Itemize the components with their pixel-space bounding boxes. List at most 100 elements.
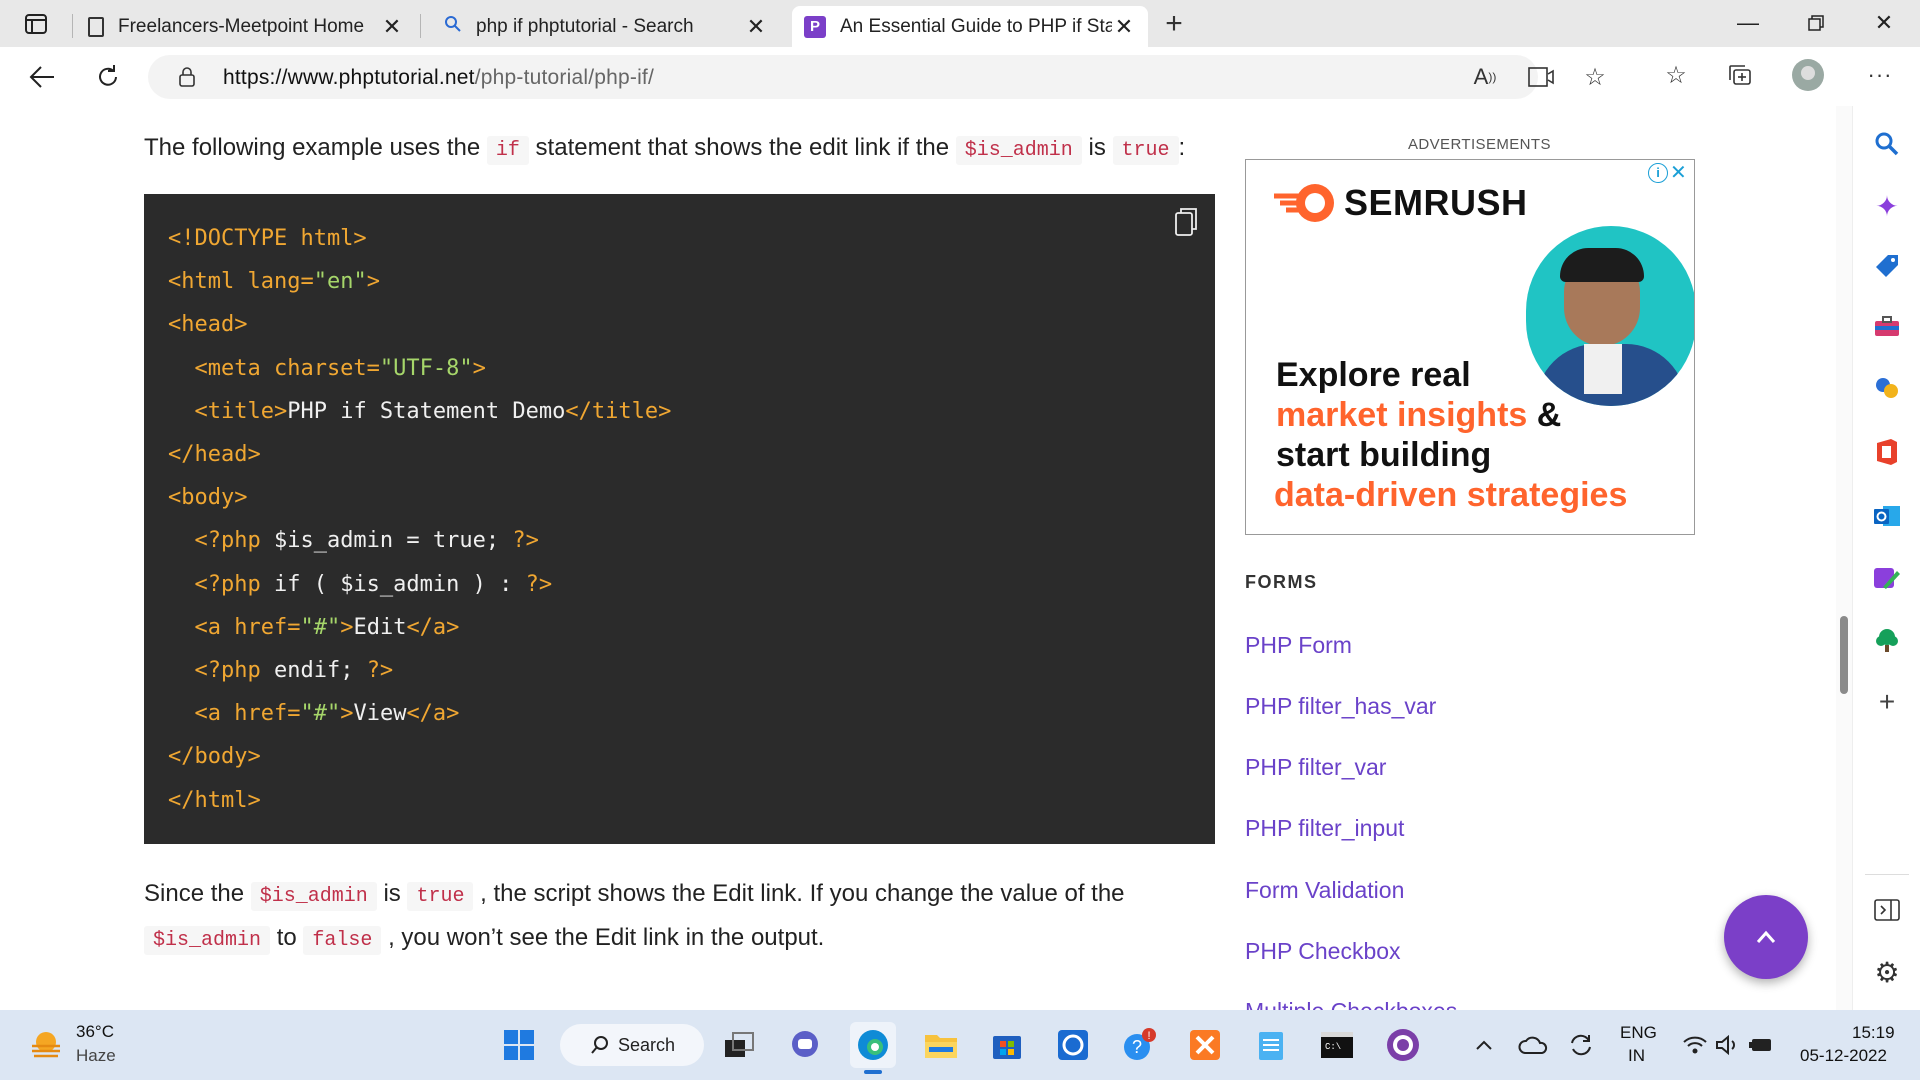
intro-paragraph: The following example uses the if statem… [144,130,1185,169]
sidebar-section-title: FORMS [1245,572,1318,592]
clock-time[interactable]: 15:19 [1852,1023,1895,1043]
search-icon [444,15,462,38]
designer-icon[interactable] [1867,558,1907,598]
ad-brand: SEMRUSH [1344,182,1528,223]
chevron-up-icon[interactable] [1470,1032,1498,1058]
ad-line-4: data-driven strategies [1274,476,1628,514]
ad-line-3: start building [1276,436,1492,474]
tab-actions-icon[interactable] [20,10,52,38]
ad-info-icon[interactable]: i [1648,163,1668,183]
file-explorer-icon[interactable] [918,1022,964,1068]
code-line: <html lang="en"> [168,269,380,295]
tab-title: An Essential Guide to PHP if Statement [840,15,1112,37]
tab-title: php if phptutorial - Search [476,15,694,37]
notepad-icon[interactable] [1248,1022,1294,1068]
task-view-icon[interactable] [716,1022,762,1068]
sidebar-link-filter-input[interactable]: PHP filter_input [1245,815,1404,842]
scrollbar-thumb[interactable] [1840,616,1848,694]
collections-icon[interactable] [1722,57,1758,93]
github-desktop-icon[interactable] [1380,1022,1426,1068]
sidebar-link-php-form[interactable]: PHP Form [1245,632,1352,659]
tools-briefcase-icon[interactable] [1867,306,1907,346]
teams-chat-icon[interactable] [782,1022,828,1068]
office-icon[interactable] [1867,432,1907,472]
settings-gear-icon[interactable]: ⚙ [1867,952,1907,992]
sidebar-link-checkbox[interactable]: PHP Checkbox [1245,938,1401,965]
onedrive-icon[interactable] [1516,1030,1550,1060]
edge-sidebar: ✦ + ⚙ [1852,106,1920,1010]
close-icon[interactable]: ✕ [744,14,768,40]
sync-icon[interactable] [1564,1030,1598,1060]
app-icon[interactable] [1050,1022,1096,1068]
url-text: https://www.phptutorial.net/php-tutorial… [223,66,654,89]
weather-haze-icon[interactable] [26,1026,66,1066]
new-tab-icon[interactable]: + [1156,7,1192,40]
language-top[interactable]: ENG [1620,1023,1657,1043]
wifi-icon[interactable] [1680,1032,1710,1058]
edge-browser-icon[interactable] [850,1022,896,1074]
read-aloud-icon[interactable]: A)) [1470,63,1500,91]
clock-date[interactable]: 05-12-2022 [1800,1046,1887,1066]
ad-line-2: market insights & [1276,396,1562,434]
start-button[interactable] [496,1022,542,1068]
language-bottom[interactable]: IN [1628,1046,1645,1066]
ad-line-1: Explore real [1276,356,1471,394]
tab-php-if[interactable]: P An Essential Guide to PHP if Statement… [792,6,1148,47]
tab-search[interactable]: php if phptutorial - Search ✕ [432,6,780,47]
code-line: <?php endif; ?> [168,658,394,683]
outlook-icon[interactable] [1867,496,1907,536]
volume-icon[interactable] [1712,1032,1742,1058]
code-line: </html> [168,787,261,813]
sidebar-link-form-validation[interactable]: Form Validation [1245,877,1404,904]
url-field[interactable]: https://www.phptutorial.net/php-tutorial… [148,55,1606,99]
profile-avatar[interactable] [1792,59,1824,91]
minimize-icon[interactable]: — [1718,6,1778,40]
xampp-icon[interactable] [1182,1022,1228,1068]
microsoft-store-icon[interactable] [984,1022,1030,1068]
terminal-icon[interactable]: C:\ [1314,1022,1360,1068]
lock-icon[interactable] [176,65,198,89]
search-icon [591,1036,608,1054]
close-icon[interactable]: ✕ [380,14,404,40]
sidebar-link-filter-has-var[interactable]: PHP filter_has_var [1245,693,1436,720]
close-window-icon[interactable]: ✕ [1854,6,1914,40]
phptutorial-favicon: P [804,15,826,38]
sidebar-link-filter-var[interactable]: PHP filter_var [1245,754,1386,781]
favorites-icon[interactable]: ☆ [1658,57,1694,93]
inline-code: false [303,926,382,955]
help-icon[interactable]: ?! [1116,1022,1162,1068]
inline-code: if [486,136,529,165]
sidebar-toggle-icon[interactable] [1867,890,1907,930]
scroll-to-top-button[interactable] [1724,895,1808,979]
page-scrollbar[interactable] [1836,106,1852,1010]
chevron-up-icon [1756,930,1776,943]
restore-icon[interactable] [1786,6,1846,40]
close-icon[interactable]: ✕ [1112,14,1136,40]
ad-close-icon[interactable]: ✕ [1670,160,1687,185]
tree-icon[interactable] [1867,620,1907,660]
taskbar-search[interactable]: Search [560,1024,704,1066]
inline-code: $is_admin [955,136,1082,165]
page-icon [88,16,104,37]
outro-paragraph-line2: $is_admin to false , you won’t see the E… [144,920,824,959]
ad-label: ADVERTISEMENTS [1408,136,1551,153]
shopping-tag-icon[interactable] [1867,246,1907,286]
back-icon[interactable] [22,59,62,95]
weather-temp: 36°C [76,1022,114,1041]
inline-code: true [1112,136,1179,165]
games-icon[interactable] [1867,368,1907,408]
add-icon[interactable]: + [1867,682,1907,722]
add-favorite-icon[interactable]: ☆ [1580,63,1610,91]
battery-icon[interactable] [1746,1032,1776,1058]
code-line: <meta charset="UTF-8"> [168,355,486,381]
semrush-ad[interactable]: i ✕ SEMRUSH Explore real market insights… [1245,159,1695,535]
sidebar-link-multiple-checkboxes[interactable]: Multiple Checkboxes [1245,998,1457,1010]
address-bar: https://www.phptutorial.net/php-tutorial… [0,47,1920,106]
refresh-icon[interactable] [88,59,128,95]
more-options-icon[interactable]: ··· [1862,57,1898,93]
search-icon[interactable] [1867,124,1907,164]
sparkle-icon[interactable]: ✦ [1867,186,1907,226]
immersive-reader-icon[interactable] [1526,63,1556,91]
copy-code-icon[interactable] [1170,204,1202,240]
tab-freelancers[interactable]: Freelancers-Meetpoint Home ✕ [76,6,416,47]
